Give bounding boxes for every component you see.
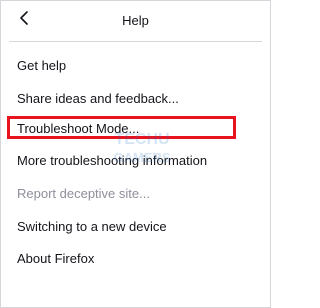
menu-header: Help — [1, 1, 270, 41]
help-menu-panel: Help Get help Share ideas and feedback..… — [0, 0, 271, 308]
header-divider — [9, 41, 262, 42]
menu-item-share-ideas[interactable]: Share ideas and feedback... — [17, 91, 179, 106]
menu-item-troubleshoot-mode[interactable]: Troubleshoot Mode... — [17, 121, 139, 136]
menu-item-more-troubleshooting[interactable]: More troubleshooting information — [17, 153, 207, 168]
menu-item-get-help[interactable]: Get help — [17, 58, 66, 73]
menu-item-report-deceptive-site: Report deceptive site... — [17, 186, 150, 201]
menu-title: Help — [122, 13, 149, 28]
menu-item-switching-device[interactable]: Switching to a new device — [17, 219, 167, 234]
menu-item-about-firefox[interactable]: About Firefox — [17, 251, 94, 266]
